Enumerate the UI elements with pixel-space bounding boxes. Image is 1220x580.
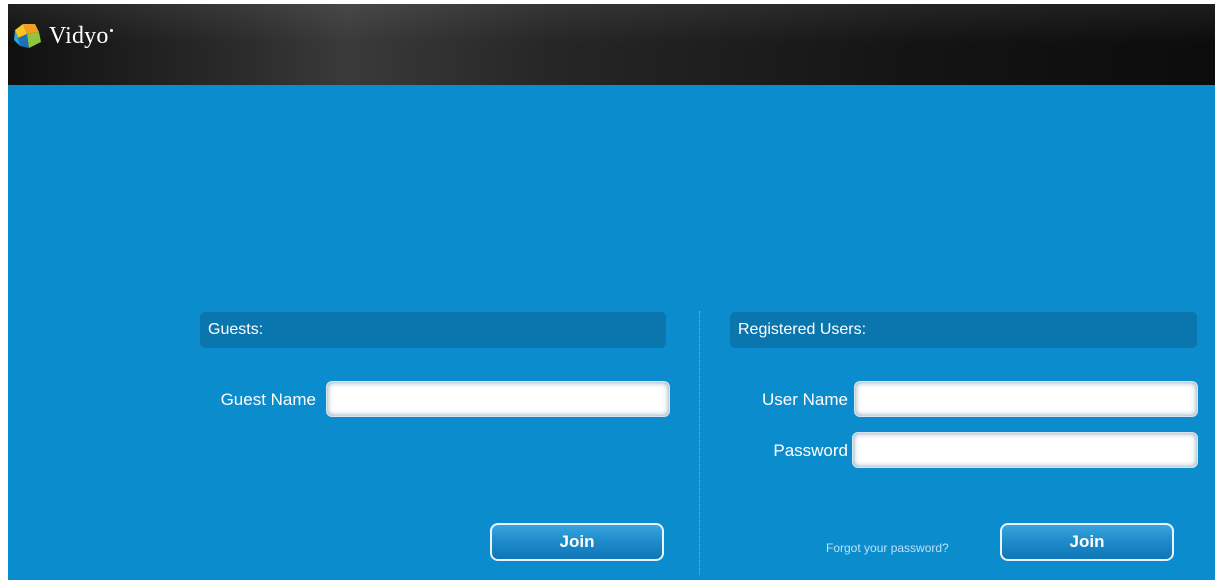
guest-name-input[interactable]: [326, 381, 670, 417]
user-name-input[interactable]: [854, 381, 1198, 417]
trademark-mark: [109, 28, 113, 32]
app-window: Vidyo Guests: Guest Name Join Registered…: [8, 4, 1215, 580]
brand-name: Vidyo: [49, 22, 109, 49]
guests-header: Guests:: [200, 312, 666, 348]
user-name-label: User Name: [762, 390, 848, 409]
registered-join-button[interactable]: Join: [1000, 523, 1174, 561]
password-label: Password: [773, 441, 848, 460]
forgot-password-link[interactable]: Forgot your password?: [826, 541, 949, 555]
password-input[interactable]: [852, 432, 1198, 468]
guest-join-button[interactable]: Join: [490, 523, 664, 561]
guest-name-label: Guest Name: [220, 390, 316, 409]
login-area: Guests: Guest Name Join Registered Users…: [8, 85, 1215, 580]
brand-logo: Vidyo: [13, 22, 113, 50]
registered-users-header: Registered Users:: [730, 312, 1197, 348]
top-bar: Vidyo: [8, 4, 1215, 85]
vidyo-logo-icon: [14, 24, 41, 48]
